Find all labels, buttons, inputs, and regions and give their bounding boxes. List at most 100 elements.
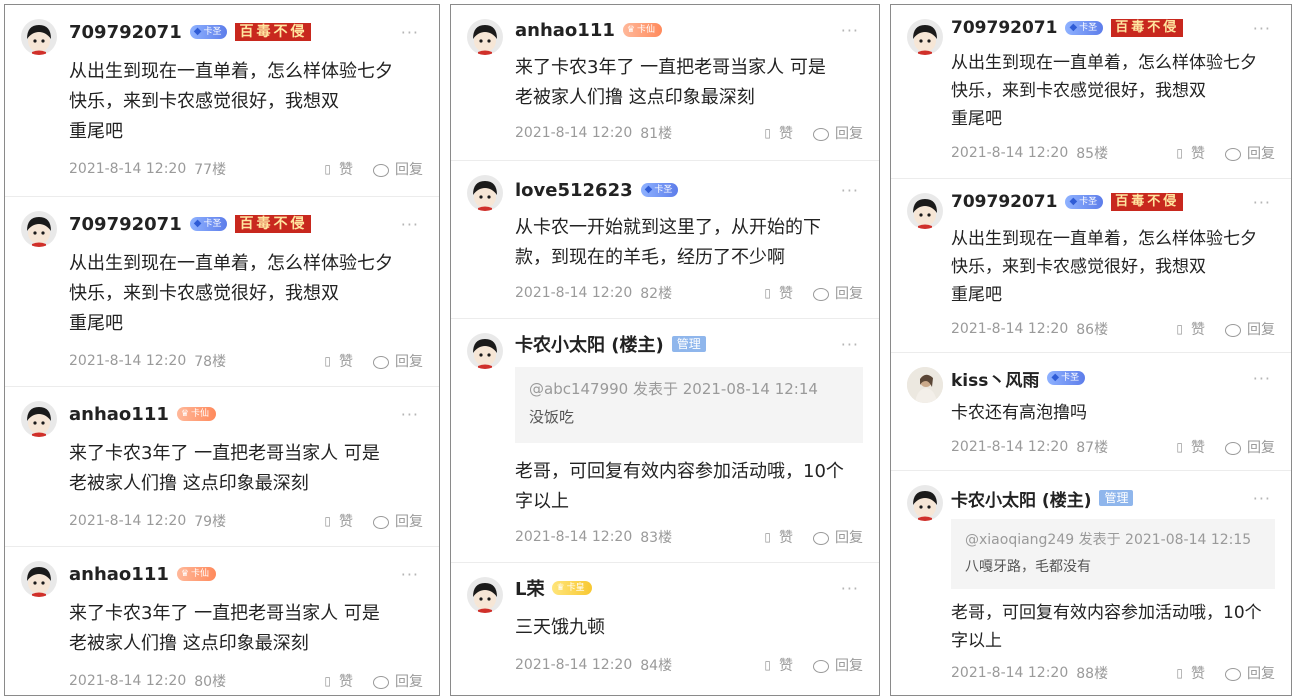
- thumb-icon[interactable]: ▯: [324, 162, 331, 176]
- speech-bubble-icon[interactable]: [813, 659, 829, 673]
- like-button[interactable]: 赞: [779, 527, 793, 547]
- thumb-icon[interactable]: ▯: [1176, 666, 1183, 680]
- floor-number: 84楼: [640, 658, 673, 674]
- diamond-icon: ◆: [1051, 372, 1060, 383]
- avatar[interactable]: [467, 19, 503, 55]
- post-header: 709792071 ◆ 卡圣 百毒不侵 ···: [951, 189, 1271, 215]
- thumb-icon[interactable]: ▯: [764, 286, 771, 300]
- speech-bubble-icon[interactable]: [813, 127, 829, 141]
- more-options-button[interactable]: ···: [1253, 19, 1271, 38]
- speech-bubble-icon[interactable]: [373, 163, 389, 177]
- reply-button[interactable]: 回复: [1247, 437, 1275, 457]
- post-header: 卡农小太阳 (楼主) 管理 ···: [515, 331, 859, 357]
- speech-bubble-icon[interactable]: [373, 355, 389, 369]
- like-button[interactable]: 赞: [1191, 437, 1205, 457]
- thumb-icon[interactable]: ▯: [324, 674, 331, 688]
- username[interactable]: anhao111: [515, 20, 615, 41]
- post-footer: 2021-8-14 12:20 86楼 ▯ 赞 回复: [951, 319, 1275, 339]
- avatar[interactable]: [907, 193, 943, 229]
- reply-button[interactable]: 回复: [395, 159, 423, 179]
- thumb-icon[interactable]: ▯: [1176, 322, 1183, 336]
- reply-button[interactable]: 回复: [835, 123, 863, 143]
- username[interactable]: 709792071: [69, 214, 182, 235]
- more-options-button[interactable]: ···: [1253, 369, 1271, 388]
- avatar[interactable]: [21, 561, 57, 597]
- speech-bubble-icon[interactable]: [1225, 441, 1241, 455]
- avatar[interactable]: [21, 211, 57, 247]
- like-button[interactable]: 赞: [1191, 143, 1205, 163]
- like-button[interactable]: 赞: [339, 671, 353, 691]
- avatar[interactable]: [907, 485, 943, 521]
- reply-button[interactable]: 回复: [395, 671, 423, 691]
- like-button[interactable]: 赞: [779, 283, 793, 303]
- manager-badge: 管理: [671, 336, 706, 352]
- avatar[interactable]: [21, 19, 57, 55]
- username[interactable]: 709792071: [951, 18, 1057, 38]
- speech-bubble-icon[interactable]: [813, 287, 829, 301]
- level-badge: ◆ 卡圣: [1065, 195, 1104, 209]
- username[interactable]: 709792071: [951, 192, 1057, 212]
- more-options-button[interactable]: ···: [401, 215, 419, 234]
- avatar[interactable]: [467, 175, 503, 211]
- feed-panel-2: anhao111 ♛ 卡仙 ··· 来了卡农3年了 一直把老哥当家人 可是 老被家人…: [450, 4, 880, 696]
- post-floor-80: anhao111 ♛ 卡仙 ··· 来了卡农3年了 一直把老哥当家人 可是 老被家人…: [5, 547, 439, 695]
- avatar[interactable]: [467, 333, 503, 369]
- reply-button[interactable]: 回复: [395, 351, 423, 371]
- thumb-icon[interactable]: ▯: [764, 530, 771, 544]
- avatar[interactable]: [907, 19, 943, 55]
- reply-button[interactable]: 回复: [835, 655, 863, 675]
- like-button[interactable]: 赞: [339, 351, 353, 371]
- like-button[interactable]: 赞: [339, 511, 353, 531]
- like-button[interactable]: 赞: [339, 159, 353, 179]
- username[interactable]: 卡农小太阳 (楼主): [951, 486, 1091, 511]
- post-floor-87: kiss丶风雨 ◆ 卡圣 ··· 卡农还有高泡撸吗 2021-8-14 12:20…: [891, 353, 1291, 471]
- reply-button[interactable]: 回复: [1247, 143, 1275, 163]
- more-options-button[interactable]: ···: [1253, 193, 1271, 212]
- reply-button[interactable]: 回复: [835, 283, 863, 303]
- avatar[interactable]: [467, 577, 503, 613]
- username[interactable]: 709792071: [69, 22, 182, 43]
- thumb-icon[interactable]: ▯: [324, 514, 331, 528]
- speech-bubble-icon[interactable]: [1225, 667, 1241, 681]
- username[interactable]: kiss丶风雨: [951, 366, 1039, 391]
- thumb-icon[interactable]: ▯: [764, 658, 771, 672]
- reply-button[interactable]: 回复: [1247, 663, 1275, 683]
- username[interactable]: L荣: [515, 575, 544, 601]
- thumb-icon[interactable]: ▯: [764, 126, 771, 140]
- more-options-button[interactable]: ···: [841, 181, 859, 200]
- like-button[interactable]: 赞: [1191, 319, 1205, 339]
- more-options-button[interactable]: ···: [401, 23, 419, 42]
- post-floor-83: 卡农小太阳 (楼主) 管理 ··· @abc147990 发表于 2021-08…: [451, 319, 879, 563]
- thumb-icon[interactable]: ▯: [1176, 440, 1183, 454]
- more-options-button[interactable]: ···: [841, 579, 859, 598]
- speech-bubble-icon[interactable]: [1225, 147, 1241, 161]
- username[interactable]: anhao111: [69, 564, 169, 585]
- avatar[interactable]: [21, 401, 57, 437]
- avatar[interactable]: [907, 367, 943, 403]
- thumb-icon[interactable]: ▯: [324, 354, 331, 368]
- speech-bubble-icon[interactable]: [373, 675, 389, 689]
- speech-bubble-icon[interactable]: [373, 515, 389, 529]
- username[interactable]: anhao111: [69, 404, 169, 425]
- speech-bubble-icon[interactable]: [1225, 323, 1241, 337]
- reply-button[interactable]: 回复: [395, 511, 423, 531]
- level-badge: ◆ 卡圣: [1047, 371, 1086, 385]
- quoted-reply[interactable]: @abc147990 发表于 2021-08-14 12:14 没饭吃: [515, 367, 863, 443]
- username[interactable]: 卡农小太阳 (楼主): [515, 331, 664, 357]
- quote-text: 八嘎牙路，毛都没有: [965, 559, 1091, 575]
- thumb-icon[interactable]: ▯: [1176, 146, 1183, 160]
- like-button[interactable]: 赞: [779, 655, 793, 675]
- like-button[interactable]: 赞: [779, 123, 793, 143]
- reply-button[interactable]: 回复: [835, 527, 863, 547]
- reply-button[interactable]: 回复: [1247, 319, 1275, 339]
- more-options-button[interactable]: ···: [401, 565, 419, 584]
- more-options-button[interactable]: ···: [841, 335, 859, 354]
- more-options-button[interactable]: ···: [841, 21, 859, 40]
- username[interactable]: love512623: [515, 180, 633, 201]
- speech-bubble-icon[interactable]: [813, 531, 829, 545]
- like-button[interactable]: 赞: [1191, 663, 1205, 683]
- more-options-button[interactable]: ···: [401, 405, 419, 424]
- quoted-reply[interactable]: @xiaoqiang249 发表于 2021-08-14 12:15 八嘎牙路，…: [951, 519, 1275, 589]
- more-options-button[interactable]: ···: [1253, 489, 1271, 508]
- timestamp: 2021-8-14 12:20: [515, 285, 633, 301]
